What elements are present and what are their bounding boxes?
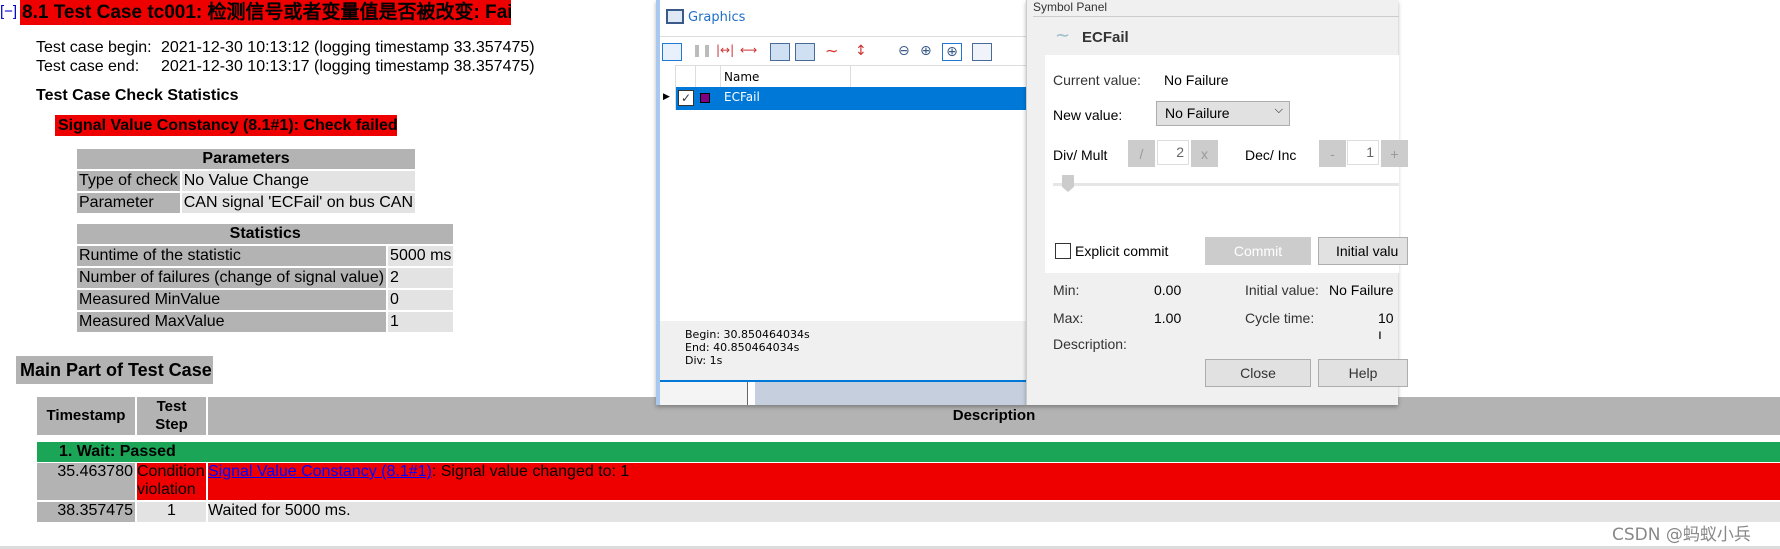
explicit-commit-label: Explicit commit xyxy=(1075,243,1169,259)
stat-value: 2 xyxy=(388,268,454,288)
row-step: Condition violation xyxy=(137,463,206,500)
begin-time: Begin: 30.850464034s xyxy=(685,328,810,341)
symbol-signal-name: ECFail xyxy=(1082,29,1129,46)
stat-key: Measured MaxValue xyxy=(77,312,387,332)
signal-value-constancy-link[interactable]: Signal Value Constancy (8.1#1) xyxy=(208,463,432,480)
new-value-label: New value: xyxy=(1053,107,1123,123)
stat-value: 1 xyxy=(388,312,454,332)
symbol-panel[interactable]: Symbol Panel ∼ ECFail Current value: No … xyxy=(1026,0,1408,405)
line-style-icon[interactable]: ∼ xyxy=(825,43,845,61)
row-pointer-icon: ▶ xyxy=(663,92,670,102)
value-slider-track[interactable] xyxy=(1053,183,1399,186)
time-info-panel: Begin: 30.850464034s End: 40.850464034s … xyxy=(660,321,1026,381)
initial-value-label: Initial value: xyxy=(1245,282,1319,298)
current-value-label: Current value: xyxy=(1053,72,1141,88)
graphics-window[interactable]: Graphics ❚❚ |↔| ⟷ ∼ ↕ ⊖ ⊕ ⊕ Name ▶ ✓ ECF… xyxy=(656,0,1026,405)
division: Div: 1s xyxy=(685,354,723,367)
cycle-time-label: Cycle time: xyxy=(1245,310,1315,326)
dec-inc-label: Dec/ Inc xyxy=(1245,147,1297,163)
div-mult-value[interactable]: 2 xyxy=(1157,140,1189,165)
row-timestamp: 38.357475 xyxy=(37,502,135,522)
description-label: Description: xyxy=(1053,336,1127,352)
test-case-title: 8.1 Test Case tc001: 检测信号或者变量值是否被改变: Fai… xyxy=(20,0,511,25)
increment-button[interactable]: + xyxy=(1381,140,1408,167)
watermark: CSDN @蚂蚁小兵 xyxy=(1612,525,1751,545)
param-key: Parameter xyxy=(77,193,180,213)
signal-layout-icon[interactable] xyxy=(770,43,790,61)
begin-label: Test case begin: xyxy=(36,39,152,56)
cycle-time-value: 10 ı xyxy=(1378,310,1394,342)
signal-layout-dropdown-icon[interactable] xyxy=(795,43,815,61)
graphics-title: Graphics xyxy=(688,10,746,25)
row-timestamp: 35.463780 xyxy=(37,463,135,500)
min-value: 0.00 xyxy=(1154,282,1182,298)
new-value-selected: No Failure xyxy=(1165,105,1230,121)
new-value-select[interactable]: No Failure ⌵ xyxy=(1156,101,1290,126)
param-value: CAN signal 'ECFail' on bus CAN xyxy=(181,193,416,213)
commit-button[interactable]: Commit xyxy=(1205,237,1311,265)
row-step: 1 xyxy=(137,502,206,522)
check-failed-badge: Signal Value Constancy (8.1#1): Check fa… xyxy=(55,115,398,136)
end-label: Test case end: xyxy=(36,58,140,75)
end-time: End: 40.850464034s xyxy=(685,341,800,354)
help-button[interactable]: Help xyxy=(1318,359,1408,387)
dec-inc-value[interactable]: 1 xyxy=(1347,140,1379,165)
param-value: No Value Change xyxy=(181,171,416,191)
signal-visible-checkbox[interactable]: ✓ xyxy=(678,90,694,106)
statistics-table: Statistics Runtime of the statistic 5000 … xyxy=(75,222,455,334)
chevron-down-icon: ⌵ xyxy=(1274,104,1283,116)
stat-key: Runtime of the statistic xyxy=(77,246,387,266)
graph-options-icon[interactable] xyxy=(972,43,992,61)
explicit-commit-checkbox[interactable] xyxy=(1055,243,1071,259)
signal-wave-icon: ∼ xyxy=(1055,25,1071,45)
graphics-window-icon xyxy=(666,9,684,24)
layout-toggle-icon[interactable] xyxy=(662,43,682,61)
col-test-step: Test Step xyxy=(137,397,206,435)
signal-color-swatch[interactable] xyxy=(700,93,710,103)
zoom-region-icon[interactable]: ⊕ xyxy=(942,43,962,61)
parameters-header: Parameters xyxy=(77,149,416,169)
check-statistics-heading: Test Case Check Statistics xyxy=(36,87,239,104)
collapse-toggle[interactable]: [−] xyxy=(0,3,17,20)
current-value: No Failure xyxy=(1164,72,1229,88)
col-timestamp: Timestamp xyxy=(37,397,135,435)
max-value: 1.00 xyxy=(1154,310,1182,326)
pause-icon[interactable]: ❚❚ xyxy=(692,43,712,61)
graphics-scroll-area xyxy=(755,382,1026,405)
symbol-panel-title: Symbol Panel xyxy=(1033,0,1108,14)
multiply-button[interactable]: x xyxy=(1191,140,1218,167)
stat-value: 0 xyxy=(388,290,454,310)
row-description-text: : Signal value changed to: 1 xyxy=(431,463,630,480)
begin-value: 2021-12-30 10:13:12 (logging timestamp 3… xyxy=(161,39,535,56)
parameters-table: Parameters Type of check No Value Change … xyxy=(75,147,417,215)
initial-value-button[interactable]: Initial valu xyxy=(1318,237,1408,265)
signal-row-ecfail[interactable]: ✓ ECFail xyxy=(676,87,1026,110)
row-description: Waited for 5000 ms. xyxy=(208,502,1780,522)
divide-button[interactable]: / xyxy=(1128,140,1155,167)
xy-scale-icon[interactable]: ↕ xyxy=(855,43,875,61)
name-column-header[interactable]: Name xyxy=(724,70,759,84)
row-description: Signal Value Constancy (8.1#1): Signal v… xyxy=(208,463,1780,500)
statistics-header: Statistics xyxy=(77,224,454,244)
min-label: Min: xyxy=(1053,282,1080,298)
signal-name: ECFail xyxy=(724,90,760,104)
main-part-heading: Main Part of Test Case xyxy=(16,356,213,384)
div-mult-label: Div/ Mult xyxy=(1053,147,1108,163)
end-value: 2021-12-30 10:13:17 (logging timestamp 3… xyxy=(161,58,535,75)
stat-key: Number of failures (change of signal val… xyxy=(77,268,387,288)
zoom-in-icon[interactable]: ⊕ xyxy=(920,43,940,61)
close-button[interactable]: Close xyxy=(1205,359,1311,387)
fit-range-icon[interactable]: ⟷ xyxy=(740,43,760,61)
param-key: Type of check xyxy=(77,171,180,191)
initial-value: No Failure xyxy=(1329,282,1394,298)
stat-value: 5000 ms xyxy=(388,246,454,266)
stat-key: Measured MinValue xyxy=(77,290,387,310)
decrement-button[interactable]: - xyxy=(1319,140,1346,167)
group-row-wait-passed: 1. Wait: Passed xyxy=(37,442,1780,462)
fit-horizontal-icon[interactable]: |↔| xyxy=(716,43,736,61)
zoom-out-icon[interactable]: ⊖ xyxy=(898,43,918,61)
graphics-tab[interactable] xyxy=(660,382,748,405)
max-label: Max: xyxy=(1053,310,1084,326)
